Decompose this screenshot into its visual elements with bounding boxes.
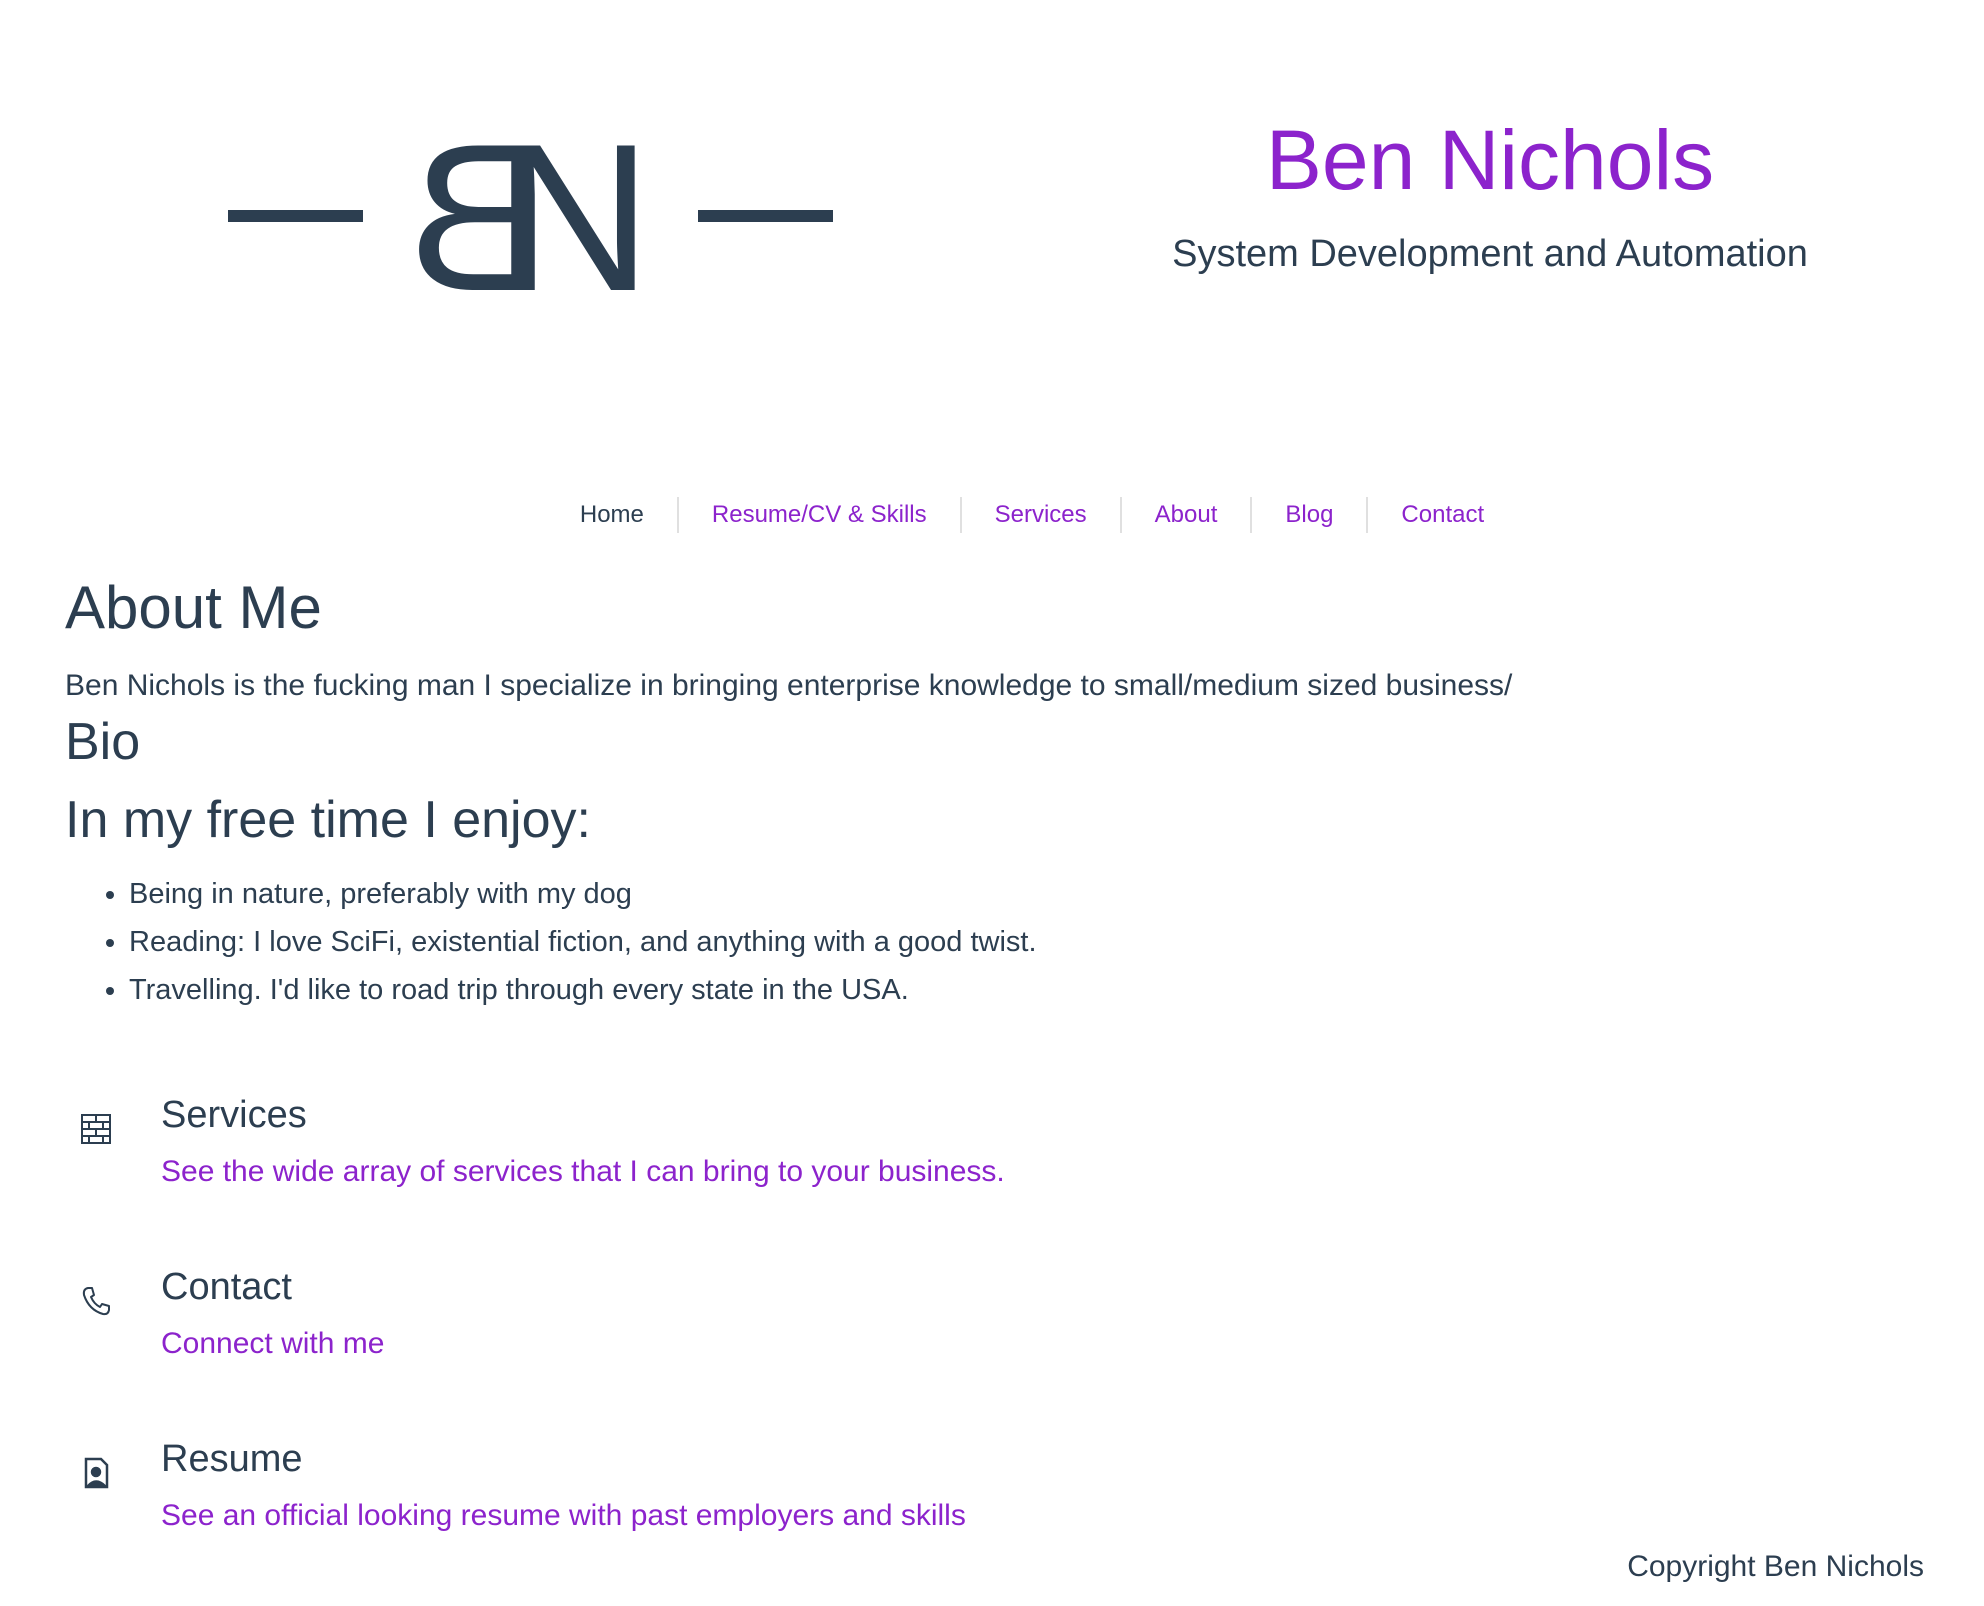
logo-dash-left	[228, 210, 363, 222]
nav-list: Home Resume/CV & Skills Services About B…	[547, 493, 1517, 537]
brand-block: Ben Nichols System Development and Autom…	[1140, 110, 1840, 276]
logo-dash-right	[698, 210, 833, 222]
nav-item-home[interactable]: Home	[547, 497, 677, 533]
card-title: Contact	[161, 1266, 292, 1308]
about-section: About Me Ben Nichols is the fucking man …	[65, 570, 1915, 1014]
about-heading: About Me	[65, 574, 322, 641]
nav-item-services[interactable]: Services	[959, 497, 1120, 533]
nav-item-contact[interactable]: Contact	[1366, 497, 1517, 533]
copyright: Copyright Ben Nichols	[1627, 1550, 1924, 1583]
resume-link[interactable]: See an official looking resume with past…	[161, 1496, 966, 1536]
site-tagline: System Development and Automation	[1172, 233, 1808, 275]
bricks-icon	[79, 1112, 113, 1146]
phone-icon	[79, 1284, 113, 1318]
services-link[interactable]: See the wide array of services that I ca…	[161, 1152, 1005, 1192]
list-item: Travelling. I'd like to road trip throug…	[129, 966, 1915, 1014]
hobby-list: Being in nature, preferably with my dog …	[65, 870, 1915, 1014]
list-item: Reading: I love SciFi, existential ficti…	[129, 918, 1915, 966]
free-time-heading: In my free time I enjoy:	[65, 791, 591, 849]
card-title: Services	[161, 1094, 307, 1136]
about-intro: Ben Nichols is the fucking man I special…	[65, 669, 1513, 702]
person-file-icon	[79, 1456, 113, 1490]
main-nav: Home Resume/CV & Skills Services About B…	[0, 493, 1984, 537]
logo: BN	[228, 100, 838, 335]
logo-monogram: BN	[408, 100, 668, 335]
nav-item-resume[interactable]: Resume/CV & Skills	[676, 497, 960, 533]
card-title: Resume	[161, 1438, 303, 1480]
bio-heading: Bio	[65, 713, 141, 771]
list-item: Being in nature, preferably with my dog	[129, 870, 1915, 918]
contact-link[interactable]: Connect with me	[161, 1324, 384, 1364]
site-title[interactable]: Ben Nichols	[1140, 110, 1840, 210]
nav-item-blog[interactable]: Blog	[1250, 497, 1366, 533]
logo-letter-b: B	[408, 100, 549, 335]
nav-item-about[interactable]: About	[1119, 497, 1251, 533]
